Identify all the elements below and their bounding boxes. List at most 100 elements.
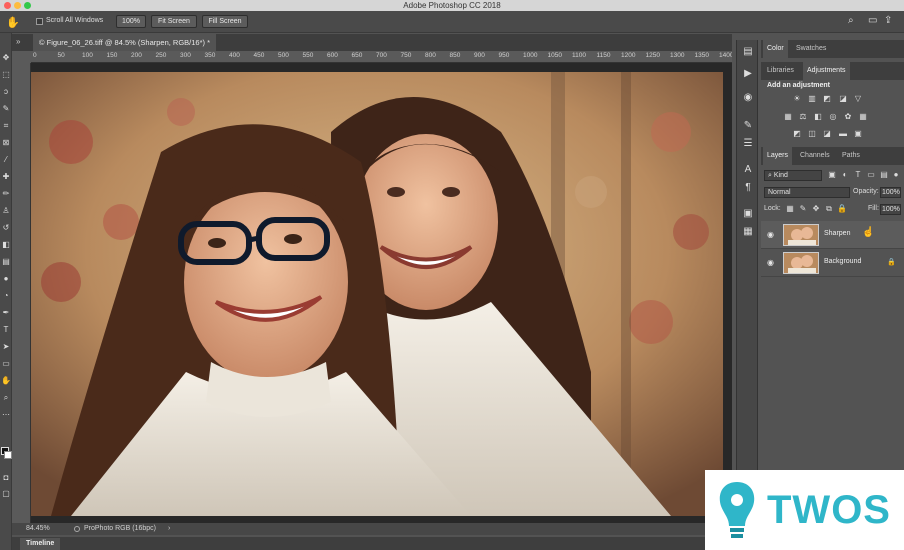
clone-stamp-tool-icon[interactable]: ♙	[1, 206, 11, 216]
blend-mode-select[interactable]: Normal	[764, 187, 850, 198]
document-image[interactable]	[31, 72, 723, 516]
document-tab[interactable]: © Figure_06_26.tiff @ 84.5% (Sharpen, RG…	[33, 34, 217, 51]
brush-settings-icon[interactable]: ✎	[742, 120, 754, 132]
lock-artboard-icon[interactable]: ⧉	[824, 204, 834, 214]
quick-mask-icon[interactable]: ◘	[1, 473, 11, 483]
filter-toggle-icon[interactable]: ●	[891, 170, 901, 180]
close-window-button[interactable]	[4, 2, 11, 9]
tab-swatches[interactable]: Swatches	[792, 40, 830, 58]
invert-icon[interactable]: ◩	[792, 129, 802, 139]
selective-color-icon[interactable]: ▣	[853, 129, 863, 139]
status-menu-arrow-icon[interactable]: ›	[168, 523, 170, 535]
blur-tool-icon[interactable]: ●	[1, 274, 11, 284]
history-icon[interactable]: ▤	[742, 46, 754, 58]
layer-name[interactable]: Background	[824, 258, 861, 265]
healing-brush-tool-icon[interactable]: ✚	[1, 172, 11, 182]
gradient-tool-icon[interactable]: ▤	[1, 257, 11, 267]
search-icon[interactable]: ⌕	[848, 15, 854, 26]
adjustments-panel-tabs: Libraries Adjustments	[761, 62, 904, 80]
layers-panel-tabs: Layers Channels Paths	[761, 147, 904, 165]
tab-libraries[interactable]: Libraries	[763, 62, 798, 80]
actions-play-icon[interactable]: ▶	[742, 68, 754, 80]
quick-select-tool-icon[interactable]: ✎	[1, 104, 11, 114]
scroll-all-windows-checkbox[interactable]	[36, 18, 43, 25]
posterize-icon[interactable]: ◫	[807, 129, 817, 139]
kind-filter-select[interactable]: ⌕ Kind	[764, 170, 822, 181]
vibrance-icon[interactable]: ▽	[853, 94, 863, 104]
eraser-tool-icon[interactable]: ◧	[1, 240, 11, 250]
lasso-tool-icon[interactable]: ↄ	[1, 87, 11, 97]
minimize-window-button[interactable]	[14, 2, 21, 9]
filter-smart-object-icon[interactable]: ▤	[879, 170, 889, 180]
timeline-tab[interactable]: Timeline	[20, 538, 61, 550]
color-lookup-icon[interactable]: ▦	[858, 112, 868, 122]
exposure-icon[interactable]: ◪	[838, 94, 848, 104]
character-icon[interactable]: A	[742, 164, 754, 176]
share-icon[interactable]: ⇪	[884, 15, 892, 26]
paragraph-icon[interactable]: ¶	[742, 182, 754, 194]
channel-mixer-icon[interactable]: ✿	[843, 112, 853, 122]
zoom-level[interactable]: 84.45%	[26, 523, 50, 535]
black-white-icon[interactable]: ◧	[813, 112, 823, 122]
tab-adjustments[interactable]: Adjustments	[803, 62, 850, 80]
opacity-label: Opacity:	[853, 188, 879, 195]
layer-row-background[interactable]: ◉ Background 🔒	[761, 249, 904, 277]
lock-all-icon[interactable]: 🔒	[837, 204, 847, 214]
eyedropper-tool-icon[interactable]: ⁄	[1, 155, 11, 165]
properties-icon[interactable]: ◉	[742, 92, 754, 104]
layer-name[interactable]: Sharpen	[824, 230, 850, 237]
adjust-sliders-icon[interactable]: ☰	[742, 138, 754, 150]
move-tool-icon[interactable]: ✥	[1, 53, 11, 63]
opacity-field[interactable]: 100%	[880, 187, 901, 198]
tab-paths[interactable]: Paths	[838, 147, 864, 165]
history-brush-tool-icon[interactable]: ↺	[1, 223, 11, 233]
fit-screen-button[interactable]: Fit Screen	[151, 15, 197, 28]
tab-layers[interactable]: Layers	[763, 147, 793, 165]
hand-tool-icon[interactable]: ✋	[1, 376, 11, 386]
threshold-icon[interactable]: ◪	[822, 129, 832, 139]
hand-tool-icon[interactable]: ✋	[6, 16, 20, 29]
fill-field[interactable]: 100%	[880, 204, 901, 215]
window-title-bar: Adobe Photoshop CC 2018	[0, 0, 904, 11]
visibility-eye-icon[interactable]: ◉	[767, 258, 774, 267]
more-tools-icon[interactable]: ⋯	[1, 410, 11, 420]
tab-channels[interactable]: Channels	[796, 147, 834, 165]
scroll-all-windows-label: Scroll All Windows	[46, 17, 104, 24]
curves-icon[interactable]: ◩	[822, 94, 832, 104]
lock-transparent-icon[interactable]: ▦	[785, 204, 795, 214]
color-balance-icon[interactable]: ⚖	[798, 112, 808, 122]
type-tool-icon[interactable]: T	[1, 325, 11, 335]
marquee-tool-icon[interactable]: ⬚	[1, 70, 11, 80]
pen-tool-icon[interactable]: ✒	[1, 308, 11, 318]
filter-adjustment-icon[interactable]: ◐	[840, 170, 850, 180]
shape-tool-icon[interactable]: ▭	[1, 359, 11, 369]
filter-pixel-icon[interactable]: ▣	[827, 170, 837, 180]
hue-saturation-icon[interactable]: ▦	[783, 112, 793, 122]
screen-mode-icon[interactable]: ▢	[1, 489, 11, 499]
maximize-window-button[interactable]	[24, 2, 31, 9]
path-select-tool-icon[interactable]: ➤	[1, 342, 11, 352]
layer-row-sharpen[interactable]: ◉ Sharpen ☝	[761, 221, 904, 249]
zoom-100-button[interactable]: 100%	[116, 15, 146, 28]
lock-position-icon[interactable]: ✥	[811, 204, 821, 214]
lock-pixels-icon[interactable]: ✎	[798, 204, 808, 214]
dodge-tool-icon[interactable]: ◔	[1, 291, 11, 301]
brush-tool-icon[interactable]: ✏	[1, 189, 11, 199]
frame-tool-icon[interactable]: ⊠	[1, 138, 11, 148]
brightness-icon[interactable]: ☀	[792, 94, 802, 104]
filter-shape-icon[interactable]: ▭	[866, 170, 876, 180]
levels-icon[interactable]: ▥	[807, 94, 817, 104]
photo-filter-icon[interactable]: ◎	[828, 112, 838, 122]
gradient-map-icon[interactable]: ▬	[838, 129, 848, 139]
fill-screen-button[interactable]: Fill Screen	[202, 15, 248, 28]
libraries-icon[interactable]: ▣	[742, 208, 754, 220]
crop-tool-icon[interactable]: ⌗	[1, 121, 11, 131]
workspace-icon[interactable]: ▭	[868, 15, 877, 26]
tab-color[interactable]: Color	[763, 40, 788, 58]
notes-icon[interactable]: ▦	[742, 226, 754, 238]
visibility-eye-icon[interactable]: ◉	[767, 230, 774, 239]
background-color-swatch[interactable]	[4, 451, 12, 459]
filter-type-icon[interactable]: T	[853, 170, 863, 180]
zoom-tool-icon[interactable]: ⌕	[1, 393, 11, 403]
panel-collapse-icon[interactable]: »	[16, 37, 20, 46]
